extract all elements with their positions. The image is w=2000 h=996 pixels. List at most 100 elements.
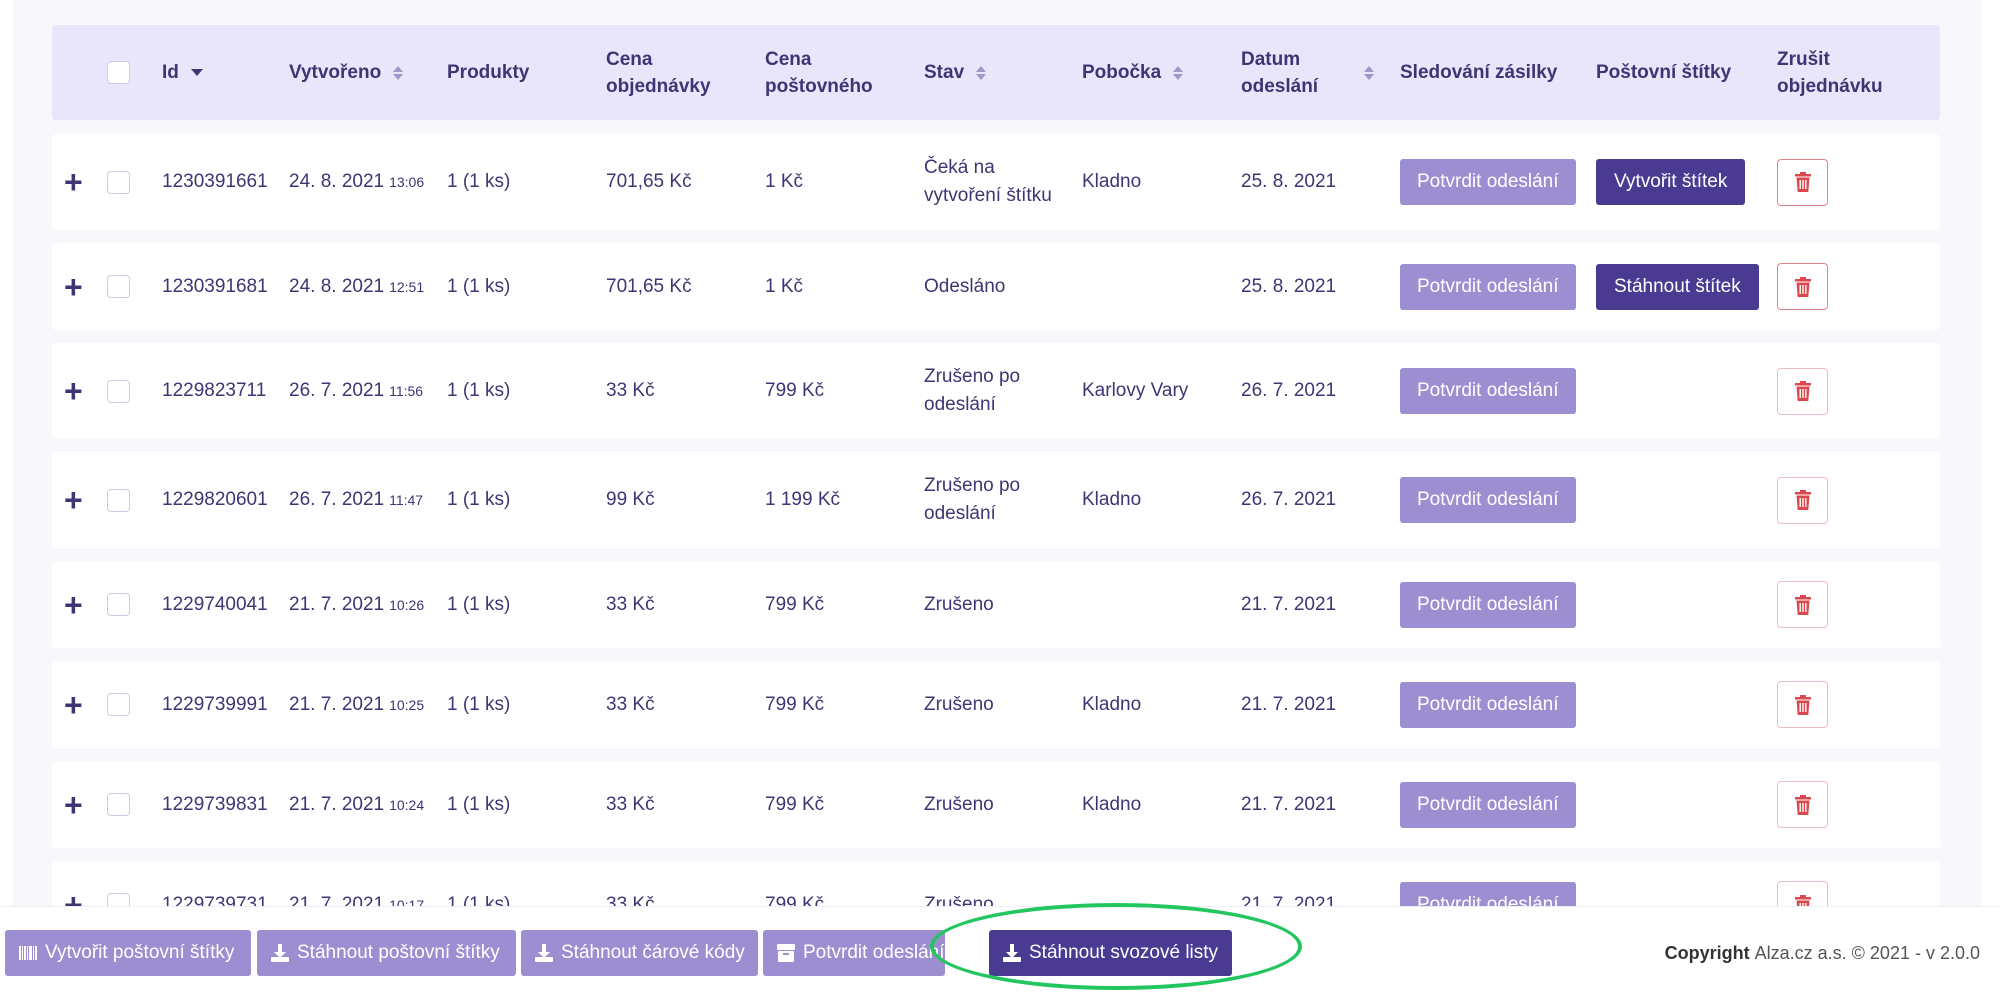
header-shipping-price: Cena poštovného [765, 25, 873, 120]
status: Odesláno [924, 275, 1006, 297]
created-time: 10:26 [389, 596, 425, 613]
order-price: 701,65 Kč [606, 275, 692, 297]
table-row: +1229739831 21. 7. 2021 10:24 1 (1 ks) 33 Kč… [52, 761, 1940, 848]
order-id: 1229740041 [162, 593, 268, 615]
order-price: 33 Kč [606, 593, 655, 615]
header-branch-label: Pobočka [1082, 62, 1162, 83]
branch: Kladno [1082, 171, 1142, 192]
order-id: 1229823711 [162, 380, 267, 401]
status: Zrušeno [924, 693, 994, 715]
shipping-price: 799 Kč [765, 380, 825, 401]
order-price: 33 Kč [606, 693, 655, 715]
confirm-shipping-button[interactable]: Potvrdit odeslání [1400, 881, 1576, 906]
header-order-price-label: Cena objednávky [606, 48, 711, 97]
trash-icon [1794, 490, 1811, 510]
branch: Kladno [1082, 489, 1142, 510]
shipping-price: 799 Kč [765, 693, 825, 715]
expand-row-button[interactable]: + [64, 134, 83, 230]
row-checkbox-cell [107, 343, 130, 439]
products: 1 (1 ks) [447, 275, 511, 297]
download-labels-button[interactable]: Stáhnout poštovní štítky [257, 930, 516, 976]
header-branch[interactable]: Pobočka [1082, 25, 1184, 120]
row-checkbox[interactable] [107, 379, 130, 403]
label-action-button[interactable]: Stáhnout štítek [1596, 263, 1759, 310]
created-cell: 24. 8. 2021 13:06 [289, 134, 424, 230]
select-all-checkbox[interactable] [107, 61, 130, 84]
cancel-order-button[interactable] [1777, 263, 1828, 310]
expand-row-button[interactable]: + [64, 243, 83, 330]
cancel-order-button[interactable] [1777, 781, 1828, 828]
label-action-button[interactable]: Vytvořit štítek [1596, 159, 1746, 205]
header-products: Produkty [447, 25, 529, 120]
row-checkbox[interactable] [107, 893, 130, 906]
ship-date: 21. 7. 2021 [1241, 593, 1337, 615]
header-ship-date[interactable]: Datum odeslání [1241, 25, 1375, 120]
created-time: 10:17 [389, 896, 425, 907]
download-barcodes-button[interactable]: Stáhnout čárové kódy [521, 930, 758, 976]
cancel-order-button[interactable] [1777, 881, 1828, 906]
table-row: +1230391661 24. 8. 2021 13:06 1 (1 ks) 701,6… [52, 134, 1940, 230]
trash-icon [1794, 381, 1811, 401]
ship-date: 26. 7. 2021 [1241, 489, 1337, 510]
confirm-shipping-button[interactable]: Potvrdit odeslání [1400, 681, 1576, 728]
confirm-shipping-label: Potvrdit odeslání [803, 942, 945, 963]
row-checkbox[interactable] [107, 793, 130, 816]
header-status[interactable]: Stav [924, 25, 987, 120]
cancel-order-button[interactable] [1777, 476, 1828, 524]
plus-icon: + [64, 586, 83, 623]
confirm-shipping-button[interactable]: Potvrdit odeslání [1400, 368, 1576, 414]
create-labels-label: Vytvořit poštovní štítky [45, 942, 235, 963]
barcode-icon [19, 946, 37, 960]
confirm-shipping-button[interactable]: Potvrdit odeslání [1400, 263, 1576, 310]
cancel-order-button[interactable] [1777, 581, 1828, 628]
expand-row-button[interactable]: + [64, 861, 83, 907]
create-labels-button[interactable]: Vytvořit poštovní štítky [5, 930, 251, 976]
table-header: Id Vytvořeno Produkty Cena objednávky Ce… [52, 25, 1940, 120]
table-row: +1229739731 21. 7. 2021 10:17 1 (1 ks) 33 Kč… [52, 861, 1940, 906]
header-cancel-order-label: Zrušit objednávku [1777, 48, 1883, 97]
row-checkbox[interactable] [107, 488, 130, 512]
cancel-order-button[interactable] [1777, 681, 1828, 728]
created-cell: 21. 7. 2021 10:24 [289, 761, 424, 848]
cancel-order-button[interactable] [1777, 158, 1828, 206]
order-price: 33 Kč [606, 893, 655, 907]
status: Zrušeno [924, 793, 994, 815]
created-date: 21. 7. 2021 [289, 893, 385, 907]
expand-row-button[interactable]: + [64, 661, 83, 748]
plus-icon: + [64, 164, 83, 200]
trash-icon [1794, 594, 1811, 615]
expand-row-button[interactable]: + [64, 761, 83, 848]
row-checkbox-cell [107, 561, 130, 648]
header-order-price: Cena objednávky [606, 25, 711, 120]
products: 1 (1 ks) [447, 593, 511, 615]
created-cell: 26. 7. 2021 11:56 [289, 343, 423, 439]
row-checkbox[interactable] [107, 275, 130, 298]
shipping-price: 799 Kč [765, 893, 825, 907]
header-created[interactable]: Vytvořeno [289, 25, 404, 120]
box-icon [777, 944, 795, 962]
created-time: 11:56 [389, 383, 424, 399]
expand-row-button[interactable]: + [64, 561, 83, 648]
trash-icon [1794, 894, 1811, 906]
confirm-shipping-button[interactable]: Potvrdit odeslání [763, 930, 945, 976]
confirm-shipping-button[interactable]: Potvrdit odeslání [1400, 477, 1576, 523]
header-id[interactable]: Id [162, 25, 203, 120]
row-checkbox-cell [107, 243, 130, 330]
confirm-shipping-button[interactable]: Potvrdit odeslání [1400, 159, 1576, 205]
row-checkbox[interactable] [107, 593, 130, 616]
expand-row-button[interactable]: + [64, 343, 83, 439]
created-cell: 21. 7. 2021 10:17 [289, 861, 425, 907]
confirm-shipping-button[interactable]: Potvrdit odeslání [1400, 781, 1576, 828]
products: 1 (1 ks) [447, 693, 511, 715]
expand-row-button[interactable]: + [64, 452, 83, 548]
row-checkbox[interactable] [107, 170, 130, 194]
row-checkbox[interactable] [107, 693, 130, 716]
row-checkbox-cell [107, 452, 130, 548]
header-shipping-price-label: Cena poštovného [765, 48, 873, 97]
confirm-shipping-button[interactable]: Potvrdit odeslání [1400, 581, 1576, 628]
shipping-price: 1 199 Kč [765, 489, 840, 510]
table-row: +1229823711 26. 7. 2021 11:56 1 (1 ks) 33 Kč… [52, 343, 1940, 439]
highlight-annotation [930, 903, 1302, 990]
order-price: 33 Kč [606, 380, 655, 401]
cancel-order-button[interactable] [1777, 367, 1828, 415]
